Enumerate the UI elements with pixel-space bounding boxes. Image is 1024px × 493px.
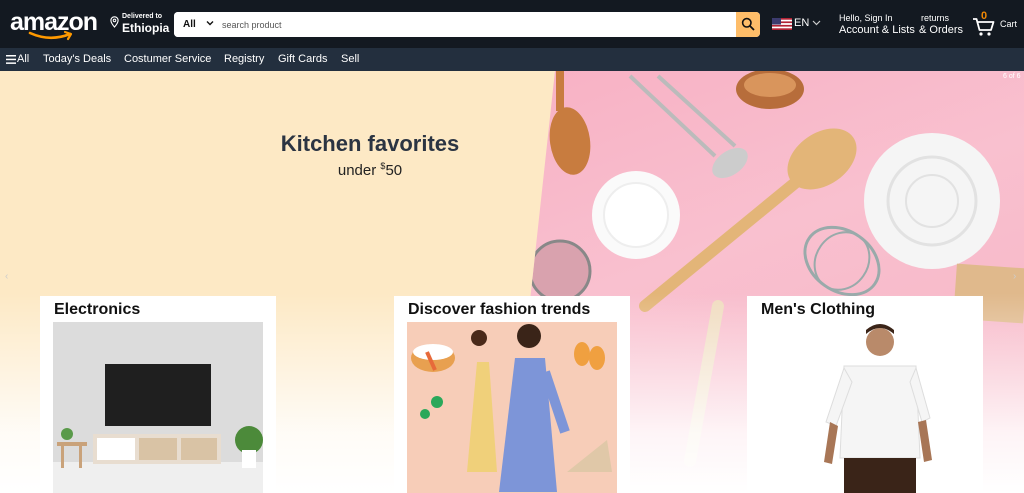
hamburger-icon: [6, 55, 16, 64]
search-category-label: All: [183, 19, 196, 30]
card-image-electronics[interactable]: [53, 322, 263, 493]
card-title: Electronics: [54, 301, 141, 318]
tv-living-room-image: [53, 322, 263, 493]
nav-bar: All Today's Deals Costumer Service Regis…: [0, 48, 1024, 71]
cart-icon: [973, 18, 995, 36]
carousel-prev-button[interactable]: ‹: [5, 271, 8, 282]
card-title: Discover fashion trends: [408, 301, 591, 318]
nav-item-customer-service[interactable]: Costumer Service: [124, 53, 211, 65]
nav-item-gift-cards[interactable]: Gift Cards: [278, 53, 328, 65]
nav-item-all[interactable]: All: [17, 53, 29, 65]
hero-subtitle-prefix: under: [337, 162, 381, 179]
search-category-select[interactable]: All: [174, 12, 218, 37]
man-white-tshirt-image: [760, 322, 970, 493]
nav-item-registry[interactable]: Registry: [224, 53, 264, 65]
language-code: EN: [794, 17, 810, 29]
hero-carousel[interactable]: Kitchen favorites under $50 6 of 6 ‹ › E…: [0, 71, 1024, 493]
chevron-down-icon: [812, 20, 821, 26]
slide-indicator: 6 of 6: [1003, 73, 1021, 80]
search-bar: All: [174, 12, 760, 37]
card-title: Men's Clothing: [761, 301, 876, 318]
nav-item-todays-deals[interactable]: Today's Deals: [43, 53, 111, 65]
carousel-next-button[interactable]: ›: [1013, 271, 1016, 282]
deliver-country: Ethiopia: [122, 21, 170, 35]
top-header: amazon Delivered to Ethiopia All search …: [0, 0, 1024, 48]
logo-smile-icon: [28, 30, 73, 41]
chevron-down-icon: [206, 21, 214, 26]
account-lists-label: Account & Lists: [839, 24, 915, 36]
category-card-fashion[interactable]: Discover fashion trends: [394, 296, 630, 493]
orders-label: & Orders: [919, 24, 964, 36]
search-input[interactable]: [220, 12, 734, 37]
category-card-mens-clothing[interactable]: Men's Clothing: [747, 296, 983, 493]
hero-subtitle-amount: 50: [385, 162, 403, 179]
returns-label: returns: [921, 13, 950, 23]
nav-item-sell[interactable]: Sell: [341, 53, 359, 65]
account-menu[interactable]: Hello, Sign In Account & Lists: [839, 13, 915, 36]
search-button[interactable]: [736, 12, 760, 37]
card-image-fashion[interactable]: [407, 322, 617, 493]
hero-subtitle: under $50: [280, 161, 460, 179]
fashion-collage-image: [407, 322, 617, 493]
us-flag-icon: [772, 18, 792, 30]
account-greeting: Hello, Sign In: [839, 13, 893, 23]
cart-label: Cart: [1000, 19, 1018, 29]
category-card-electronics[interactable]: Electronics: [40, 296, 276, 493]
location-pin-icon: [110, 16, 119, 28]
amazon-logo[interactable]: amazon: [10, 6, 100, 41]
returns-orders-link[interactable]: returns & Orders: [919, 13, 963, 36]
hero-title: Kitchen favorites: [280, 131, 460, 156]
search-icon: [741, 17, 755, 31]
card-image-mens-clothing[interactable]: [760, 322, 970, 493]
cart-button[interactable]: 0 Cart: [972, 10, 1022, 40]
deliver-label: Delivered to: [122, 13, 163, 20]
